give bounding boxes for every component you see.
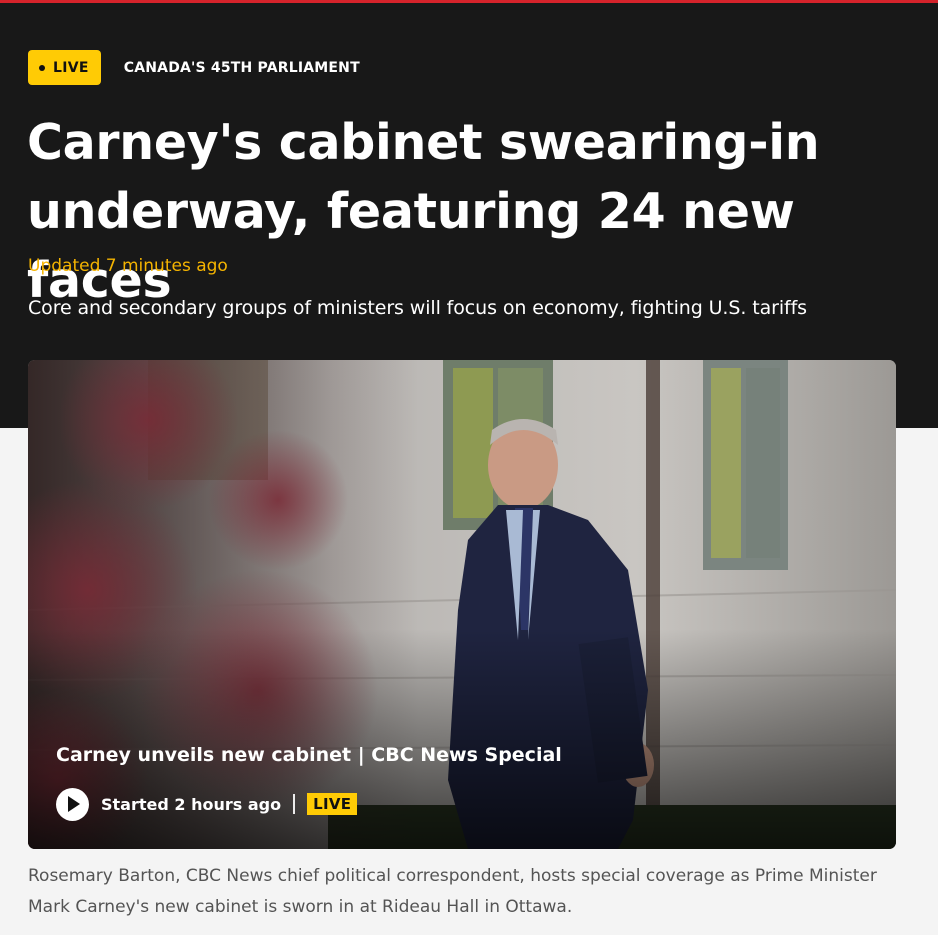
video-start-time: Started 2 hours ago	[101, 794, 282, 814]
video-caption: Rosemary Barton, CBC News chief politica…	[28, 866, 877, 917]
video-title[interactable]: Carney unveils new cabinet | CBC News Sp…	[56, 744, 562, 766]
live-pill-label: LIVE	[53, 59, 89, 76]
story-kicker: LIVE CANADA'S 45TH PARLIAMENT	[28, 50, 360, 85]
story-deck: Core and secondary groups of ministers w…	[28, 297, 807, 319]
live-pill[interactable]: LIVE	[28, 50, 101, 85]
story-headline[interactable]: Carney's cabinet swearing-in underway, f…	[27, 108, 907, 315]
dot-icon	[39, 64, 45, 71]
meta-divider	[293, 794, 296, 814]
section-label[interactable]: CANADA'S 45TH PARLIAMENT	[124, 60, 360, 76]
video-meta: Started 2 hours ago LIVE	[56, 787, 358, 821]
video-player[interactable]: Carney unveils new cabinet | CBC News Sp…	[28, 360, 896, 849]
live-badge: LIVE	[307, 793, 358, 815]
video-thumbnail	[28, 360, 896, 849]
play-icon[interactable]	[56, 787, 89, 821]
updated-timestamp: Updated 7 minutes ago	[28, 256, 228, 276]
